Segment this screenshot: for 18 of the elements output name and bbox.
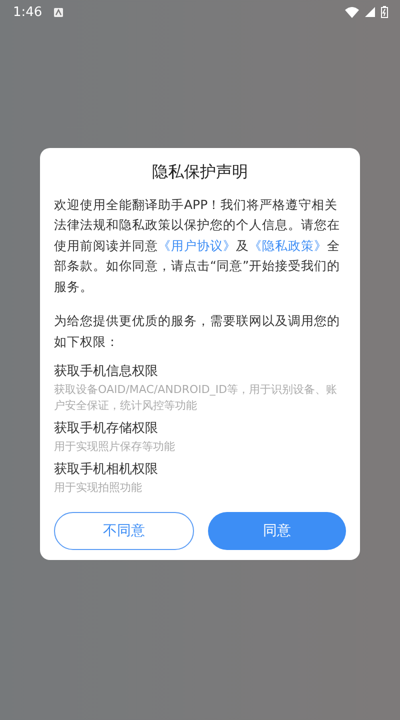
- notification-icon: [54, 8, 64, 16]
- dialog-title: 隐私保护声明: [151, 162, 249, 183]
- permission-description: 用于实现照片保存等功能: [54, 439, 176, 456]
- notice-paragraph: 为给您提供更优质的服务，需要联网以及调用您的如下权限：: [54, 312, 341, 351]
- status-time: 1:46: [13, 4, 42, 20]
- disagree-button[interactable]: 不同意: [54, 512, 194, 550]
- permission-description: 用于实现拍照功能: [54, 480, 143, 496]
- policy-link[interactable]: 《用户协议》: [158, 238, 236, 253]
- permission-title: 获取手机相机权限: [54, 461, 159, 480]
- permission-title: 获取手机信息权限: [54, 363, 159, 382]
- permission-description: 获取设备OAID/MAC/ANDROID_ID等，用于识别设备、账户安全保证，统计风控等功能: [54, 382, 338, 414]
- agree-button[interactable]: 同意: [208, 512, 346, 550]
- battery-icon: [381, 6, 388, 18]
- permission-title: 获取手机存储权限: [54, 420, 159, 438]
- signal-icon: [365, 7, 375, 17]
- wifi-icon: [345, 6, 359, 18]
- policy-link[interactable]: 《隐私政策》: [249, 238, 327, 253]
- intro-paragraph: 欢迎使用全能翻译助手APP！我们将严格遵守相关法律法规和隐私政策以保护您的个人信息。请您在使用前阅读并同意《用户协议》及《隐私政策》全部条款。如你同意，请点击“同意”开始接受我们的服务。: [54, 196, 341, 296]
